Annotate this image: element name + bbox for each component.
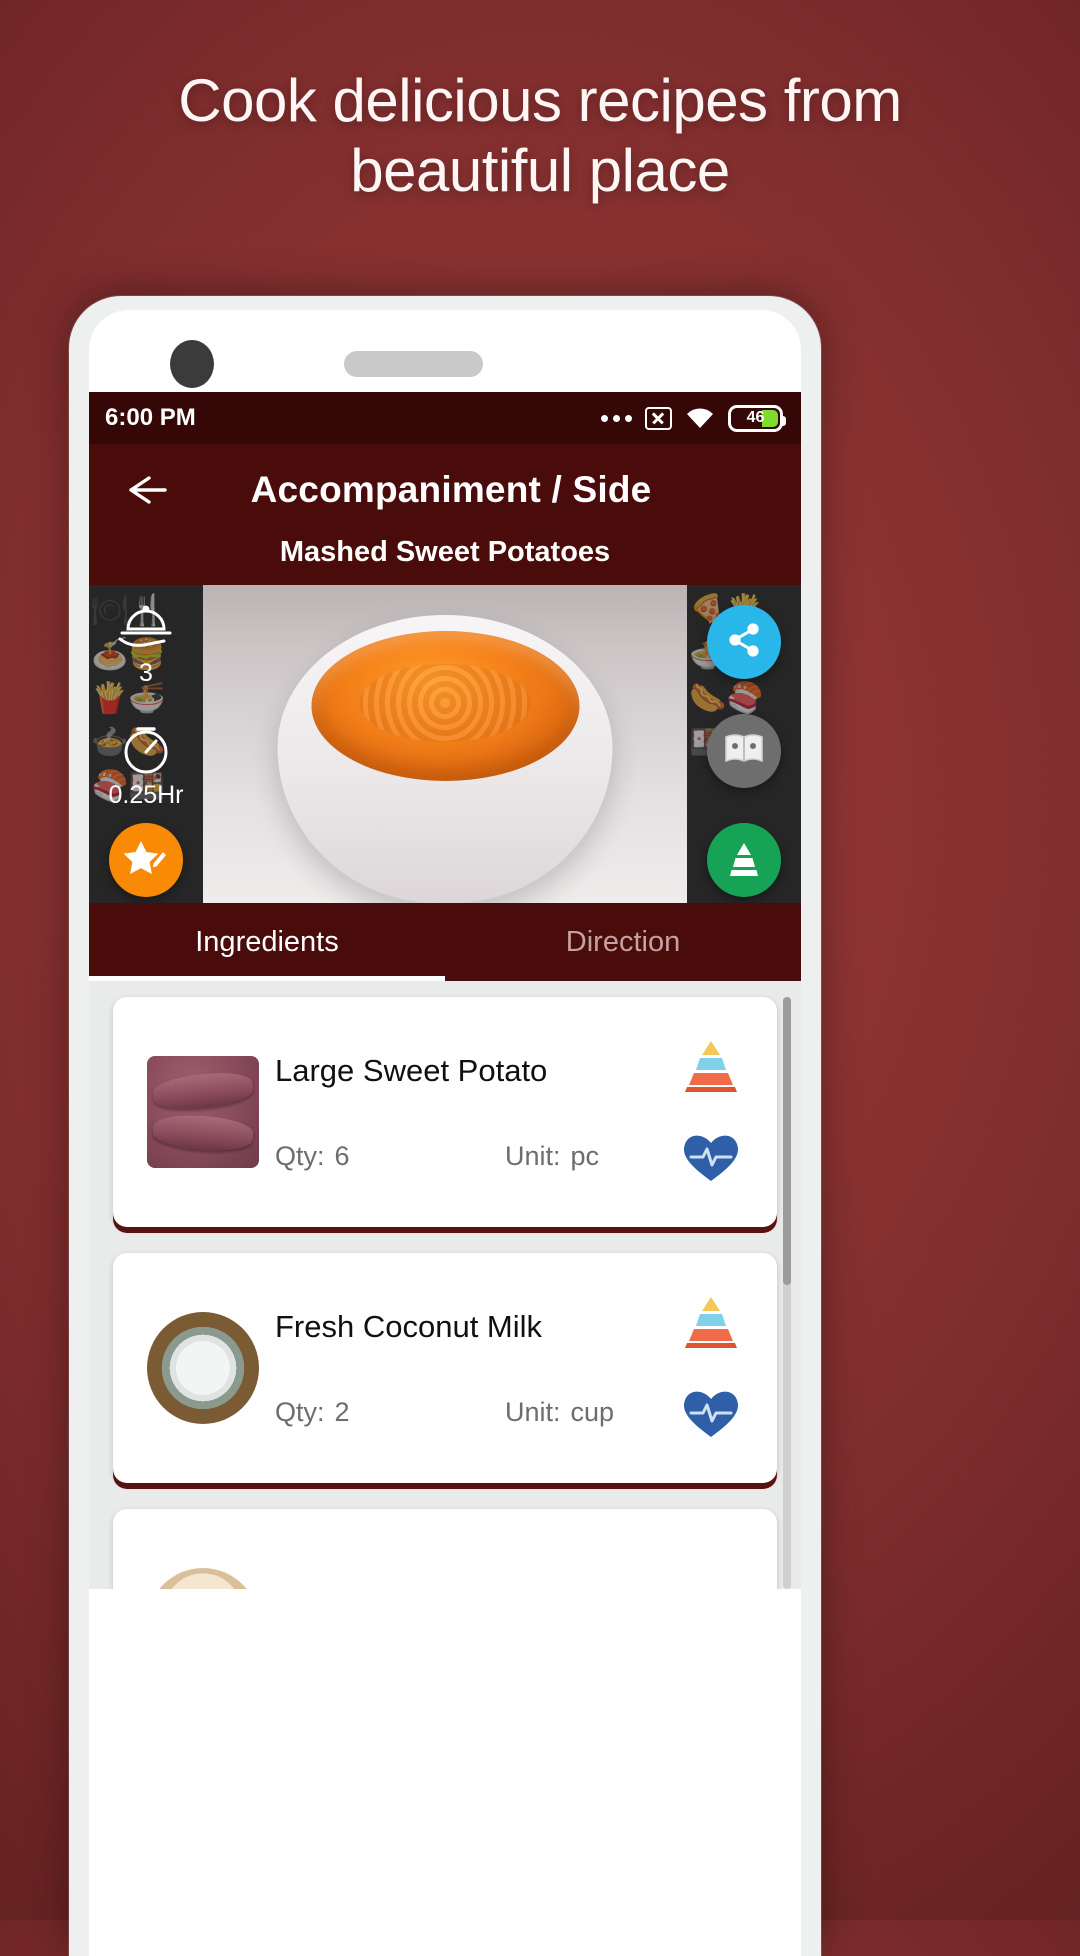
hero-section: 🍽🍴🍝🍔🍟🍜🍲🌭🍣🍱 3 0.25Hr 🍕 🍜 🌭🍣: [89, 585, 801, 903]
ingredient-actions: [663, 1253, 759, 1483]
ingredient-thumbnail: [147, 1312, 259, 1424]
app-screen: 6:00 PM 46 Accompaniment / Side Mashed S…: [89, 392, 801, 1956]
book-icon: [722, 729, 766, 774]
serving-dome-icon: [89, 599, 203, 657]
no-sim-icon: [645, 406, 672, 430]
front-camera-icon: [170, 340, 214, 388]
tab-direction-label: Direction: [565, 925, 681, 958]
food-pyramid-icon: [722, 838, 766, 883]
ingredient-unit: Unit: cup: [505, 1397, 614, 1428]
back-button[interactable]: [119, 470, 171, 510]
qty-label: Qty:: [275, 1396, 325, 1427]
ingredient-unit: Unit: pc: [505, 1141, 599, 1172]
star-edit-icon: [123, 837, 169, 884]
phone-mockup: 6:00 PM 46 Accompaniment / Side Mashed S…: [69, 296, 821, 1956]
phone-screen-container: 6:00 PM 46 Accompaniment / Side Mashed S…: [89, 310, 801, 1956]
tab-ingredients-label: Ingredients: [195, 925, 339, 958]
app-bar: Accompaniment / Side: [89, 444, 801, 536]
list-item[interactable]: Large Sweet Potato Qty: 6 Unit: pc: [113, 997, 777, 1227]
ingredient-details: Large Sweet Potato Qty: 6 Unit: pc: [275, 997, 663, 1227]
unit-label: Unit:: [505, 1396, 561, 1427]
ingredient-actions: [663, 997, 759, 1227]
battery-icon: 46: [728, 404, 786, 432]
qty-value: 2: [334, 1396, 350, 1427]
battery-level: 46: [746, 409, 765, 426]
status-bar-icons: 46: [601, 404, 786, 432]
share-button[interactable]: [707, 605, 781, 679]
ingredient-thumbnail: [147, 1568, 259, 1589]
ingredient-name: Large Sweet Potato: [275, 1052, 548, 1088]
promo-headline: Cook delicious recipes from beautiful pl…: [0, 66, 1080, 205]
status-bar: 6:00 PM 46: [89, 392, 801, 444]
unit-value: cup: [570, 1396, 615, 1427]
tab-ingredients[interactable]: Ingredients: [89, 903, 445, 981]
servings-value: 3: [139, 659, 153, 687]
page-title: Accompaniment / Side: [250, 469, 652, 510]
ingredient-thumbnail: [147, 1056, 259, 1168]
timer-icon: [89, 721, 203, 779]
tab-bar: Ingredients Direction: [89, 903, 801, 981]
promo-line-1: Cook delicious recipes from: [178, 67, 902, 134]
scrollbar-thumb[interactable]: [783, 997, 791, 1285]
list-item[interactable]: Fresh Coconut Milk Qty: 2 Unit: cup: [113, 1253, 777, 1483]
hero-right-panel: 🍕🍟🍜🍲🌭🍣🍱🍽: [687, 585, 801, 903]
unit-label: Unit:: [505, 1140, 561, 1171]
favorite-button[interactable]: [109, 823, 183, 897]
ingredient-qty: Qty: 6: [275, 1141, 505, 1172]
ingredient-meta: Qty: 2 Unit: cup: [275, 1397, 663, 1428]
nutrition-button[interactable]: [707, 714, 781, 788]
ingredient-actions: [663, 1509, 759, 1589]
cook-time-value: 0.25Hr: [108, 781, 184, 809]
cook-time-stat: 0.25Hr: [89, 721, 203, 810]
list-item[interactable]: [113, 1509, 777, 1589]
wifi-icon: [685, 407, 715, 430]
servings-stat: 3: [89, 599, 203, 688]
hero-left-panel: 🍽🍴🍝🍔🍟🍜🍲🌭🍣🍱 3 0.25Hr: [89, 585, 203, 903]
nutrition-heart-icon[interactable]: [675, 1127, 747, 1185]
share-icon: [724, 620, 764, 665]
nutrition-heart-icon[interactable]: [675, 1383, 747, 1441]
ingredient-details: [275, 1509, 663, 1589]
qty-label: Qty:: [275, 1140, 325, 1171]
ingredient-qty: Qty: 2: [275, 1397, 505, 1428]
food-pyramid-button[interactable]: [707, 823, 781, 897]
bowl-shape: [277, 615, 613, 903]
promo-line-2: beautiful place: [350, 136, 730, 204]
earpiece-speaker: [344, 351, 483, 377]
food-pyramid-icon[interactable]: [675, 1039, 747, 1093]
recipe-image: [203, 585, 687, 903]
recipe-name: Mashed Sweet Potatoes: [89, 536, 801, 585]
qty-value: 6: [334, 1140, 350, 1171]
status-bar-time: 6:00 PM: [105, 404, 196, 431]
food-pyramid-icon[interactable]: [675, 1295, 747, 1349]
ingredient-details: Fresh Coconut Milk Qty: 2 Unit: cup: [275, 1253, 663, 1483]
tab-direction[interactable]: Direction: [445, 903, 801, 981]
ingredient-name: Fresh Coconut Milk: [275, 1308, 543, 1344]
ingredient-meta: Qty: 6 Unit: pc: [275, 1141, 663, 1172]
phone-bezel-top: [89, 310, 801, 392]
more-dots-icon: [601, 414, 632, 422]
ingredient-list[interactable]: Large Sweet Potato Qty: 6 Unit: pc Fresh…: [89, 981, 801, 1589]
unit-value: pc: [570, 1140, 600, 1171]
mashed-sweet-potato-shape: [311, 631, 579, 781]
